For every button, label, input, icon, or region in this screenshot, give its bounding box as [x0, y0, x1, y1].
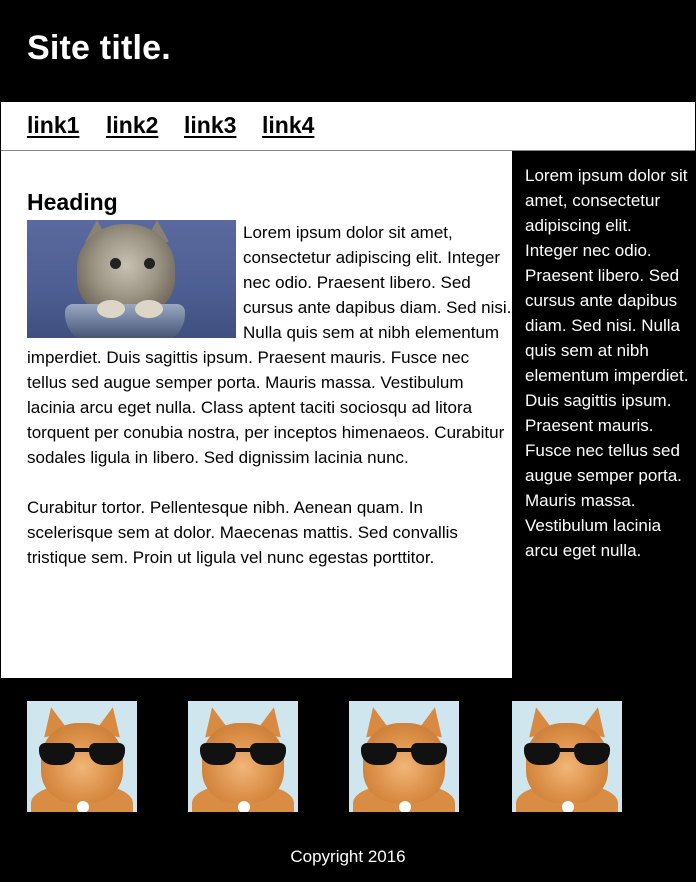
sidebar-text: Lorem ipsum dolor sit amet, consectetur …	[525, 166, 689, 560]
cool-cat-image-3	[349, 701, 459, 812]
copyright-text: Copyright 2016	[290, 847, 406, 866]
cool-cat-image-2	[188, 701, 298, 812]
content-paragraph-2: Curabitur tortor. Pellentesque nibh. Aen…	[27, 498, 458, 567]
content-heading: Heading	[27, 189, 118, 215]
nav-link-3[interactable]: link3	[184, 110, 236, 140]
site-header: Site title.	[0, 0, 696, 102]
nav-link-2[interactable]: link2	[106, 110, 158, 140]
cool-cat-image-4	[512, 701, 622, 812]
main-nav: link1 link2 link3 link4	[1, 102, 695, 151]
site-footer: Copyright 2016	[0, 678, 696, 882]
nav-link-4[interactable]: link4	[262, 110, 314, 140]
cool-cat-image-1	[27, 701, 137, 812]
main-content: Heading Lorem ipsum dolor sit amet, cons…	[1, 151, 512, 678]
content-body: Lorem ipsum dolor sit amet, consectetur …	[27, 220, 513, 595]
sidebar: Lorem ipsum dolor sit amet, consectetur …	[512, 151, 696, 678]
kitten-image	[27, 220, 236, 338]
nav-link-1[interactable]: link1	[27, 110, 79, 140]
site-title: Site title.	[27, 29, 171, 67]
